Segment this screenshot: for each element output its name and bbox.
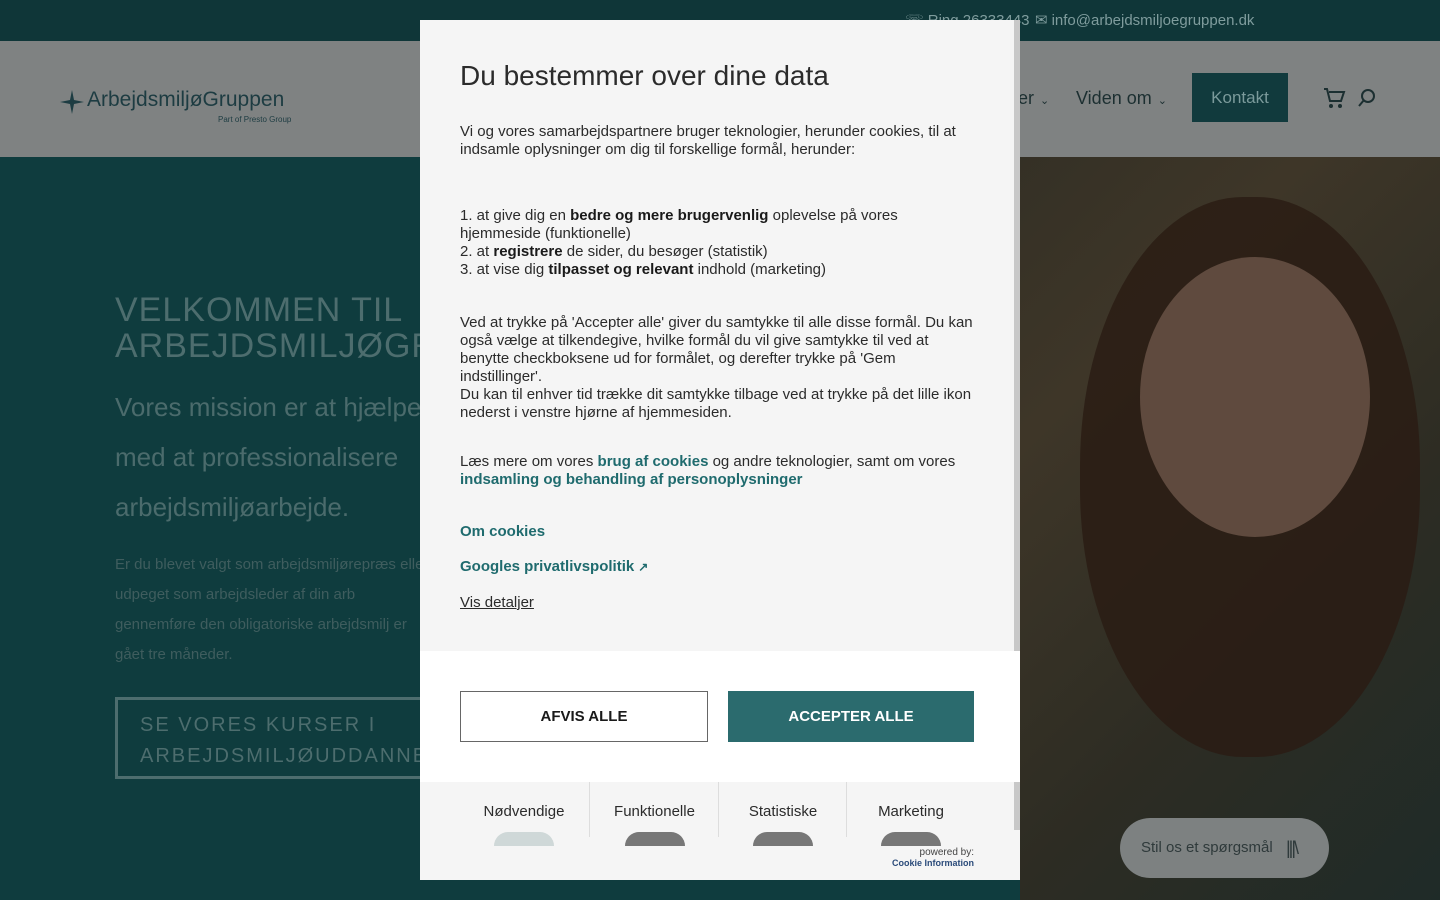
item2-bold: registrere: [493, 243, 563, 260]
privacy-processing-link[interactable]: indsamling og behandling af personoplysn…: [460, 471, 803, 488]
read-more-text: Læs mere om vores brug af cookies og and…: [460, 453, 980, 489]
accept-all-button[interactable]: ACCEPTER ALLE: [728, 691, 974, 742]
toggle-statistics[interactable]: [753, 832, 813, 846]
consent-paragraph-1: Ved at trykke på 'Accepter alle' giver d…: [460, 314, 973, 385]
category-label: Nødvendige: [483, 803, 565, 820]
purpose-item-marketing: 3. at vise dig tilpasset og relevant ind…: [460, 261, 980, 279]
category-label: Funktionelle: [614, 803, 695, 820]
about-cookies-link[interactable]: Om cookies: [460, 523, 545, 540]
consent-paragraph-2: Du kan til enhver tid trække dit samtykk…: [460, 386, 972, 421]
google-privacy-label: Googles privatlivspolitik: [460, 558, 635, 575]
purpose-list: 1. at give dig en bedre og mere brugerve…: [460, 207, 980, 279]
consent-text: Ved at trykke på 'Accepter alle' giver d…: [460, 314, 980, 422]
toggle-necessary[interactable]: [494, 832, 554, 846]
item3-pre: 3. at vise dig: [460, 261, 549, 278]
category-statistics: Statistiske: [718, 782, 847, 846]
item2-pre: 2. at: [460, 243, 494, 260]
external-link-icon: ↗: [638, 560, 649, 574]
item3-post: indhold (marketing): [693, 261, 827, 278]
category-label: Marketing: [878, 803, 944, 820]
item1-bold: bedre og mere brugervenlig: [570, 207, 769, 224]
toggle-marketing[interactable]: [881, 832, 941, 846]
read-pre: Læs mere om vores: [460, 453, 598, 470]
powered-by-brand: Cookie Information: [891, 858, 974, 868]
cookie-usage-link[interactable]: brug af cookies: [598, 453, 709, 470]
powered-by[interactable]: powered by: Cookie Information: [886, 847, 974, 868]
powered-by-label: powered by:: [919, 847, 974, 858]
purpose-item-statistics: 2. at registrere de sider, du besøger (s…: [460, 243, 980, 261]
modal-title: Du bestemmer over dine data: [460, 60, 829, 91]
decline-all-button[interactable]: AFVIS ALLE: [460, 691, 708, 742]
cookie-consent-modal: Du bestemmer over dine data Vi og vores …: [420, 20, 1020, 880]
modal-button-area: AFVIS ALLE ACCEPTER ALLE: [420, 651, 1020, 782]
read-mid: og andre teknologier, samt om vores: [708, 453, 956, 470]
item3-bold: tilpasset og relevant: [548, 261, 694, 278]
modal-intro: Vi og vores samarbejdspartnere bruger te…: [460, 123, 956, 158]
toggle-functional[interactable]: [624, 832, 685, 846]
category-necessary: Nødvendige: [460, 782, 588, 846]
category-label: Statistiske: [748, 803, 818, 820]
category-marketing: Marketing: [846, 782, 975, 846]
purpose-item-functional: 1. at give dig en bedre og mere brugerve…: [460, 207, 980, 243]
category-functional: Funktionelle: [589, 782, 719, 846]
item2-post: de sider, du besøger (statistik): [562, 243, 768, 260]
item1-pre: 1. at give dig en: [460, 207, 571, 224]
google-privacy-link[interactable]: Googles privatlivspolitik ↗: [460, 558, 648, 575]
show-details-link[interactable]: Vis detaljer: [460, 594, 534, 611]
